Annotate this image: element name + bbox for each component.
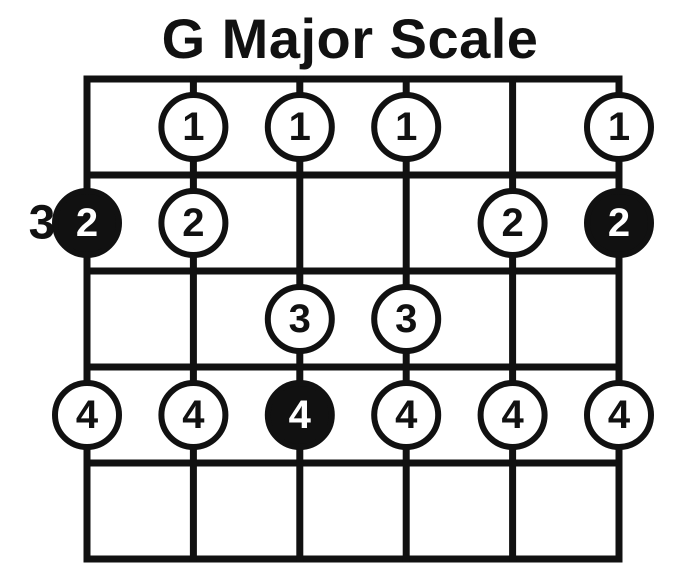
finger-number: 1 bbox=[182, 105, 204, 149]
note-dot: 2 bbox=[481, 191, 545, 255]
finger-number: 2 bbox=[182, 201, 204, 245]
note-dot: 3 bbox=[268, 287, 332, 351]
root-note-dot: 2 bbox=[55, 191, 119, 255]
title: G Major Scale bbox=[0, 6, 700, 71]
note-dot: 4 bbox=[587, 383, 651, 447]
finger-number: 4 bbox=[608, 393, 631, 437]
finger-number: 1 bbox=[289, 105, 311, 149]
finger-number: 3 bbox=[289, 297, 311, 341]
finger-number: 4 bbox=[395, 393, 418, 437]
root-note-dot: 4 bbox=[268, 383, 332, 447]
note-dot: 4 bbox=[374, 383, 438, 447]
fretboard: 1111222233444444 bbox=[0, 0, 700, 582]
note-dot: 1 bbox=[161, 95, 225, 159]
note-dot: 1 bbox=[587, 95, 651, 159]
finger-number: 2 bbox=[76, 201, 98, 245]
finger-number: 4 bbox=[501, 393, 524, 437]
finger-number: 4 bbox=[289, 393, 312, 437]
finger-number: 4 bbox=[76, 393, 99, 437]
note-dot: 4 bbox=[481, 383, 545, 447]
note-dot: 4 bbox=[161, 383, 225, 447]
note-dot: 3 bbox=[374, 287, 438, 351]
root-note-dot: 2 bbox=[587, 191, 651, 255]
note-dot: 2 bbox=[161, 191, 225, 255]
finger-number: 2 bbox=[608, 201, 630, 245]
note-dot: 1 bbox=[268, 95, 332, 159]
finger-number: 4 bbox=[182, 393, 205, 437]
finger-number: 1 bbox=[608, 105, 630, 149]
finger-number: 1 bbox=[395, 105, 417, 149]
fret-marker-3: 3 bbox=[29, 196, 56, 251]
finger-number: 3 bbox=[395, 297, 417, 341]
note-dot: 4 bbox=[55, 383, 119, 447]
finger-number: 2 bbox=[501, 201, 523, 245]
note-dot: 1 bbox=[374, 95, 438, 159]
